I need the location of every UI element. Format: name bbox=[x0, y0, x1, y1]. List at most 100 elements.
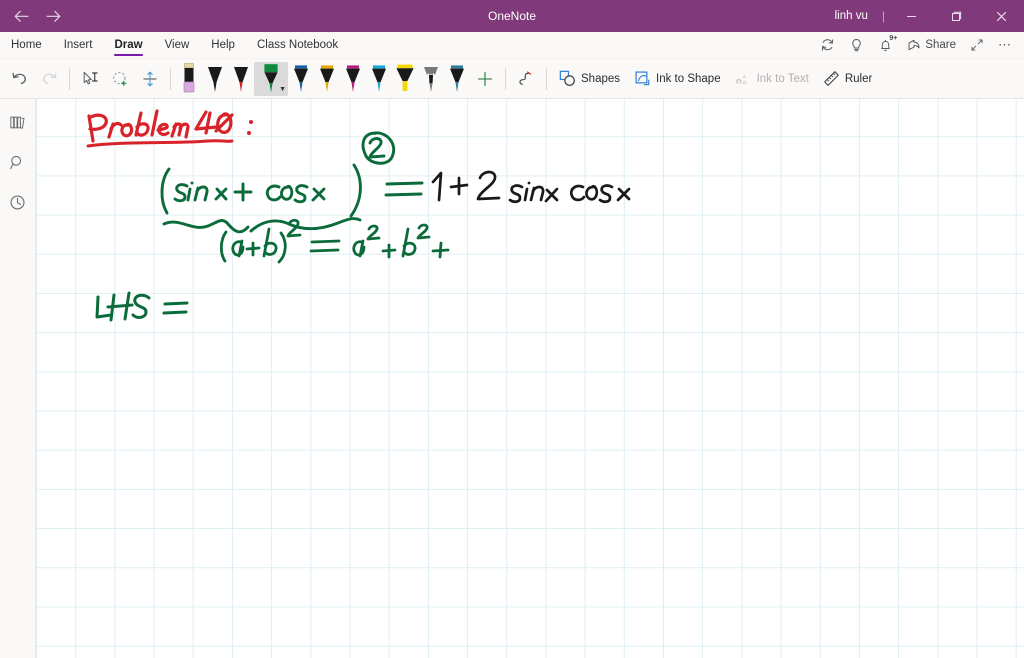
handwritten-ink bbox=[86, 109, 631, 322]
ribbon-divider-4 bbox=[546, 67, 547, 90]
restore-icon bbox=[952, 11, 962, 21]
more-options-icon: ⋯ bbox=[998, 37, 1012, 52]
forward-button[interactable] bbox=[38, 3, 68, 29]
ink-to-text-button[interactable]: a a Ink to Text bbox=[728, 65, 816, 93]
highlighter-yellow-icon bbox=[396, 64, 414, 91]
ink-to-text-icon: a a bbox=[735, 74, 747, 86]
insert-space-tool[interactable] bbox=[135, 64, 165, 94]
minimize-icon bbox=[907, 15, 916, 17]
ink-to-text-label: Ink to Text bbox=[756, 72, 809, 85]
menu-right-actions: 9+ Share ⋯ bbox=[814, 32, 1024, 58]
pen-black-icon bbox=[208, 66, 222, 92]
share-label: Share bbox=[925, 39, 956, 51]
redo-button[interactable] bbox=[34, 64, 64, 94]
ruler-button[interactable]: Ruler bbox=[816, 65, 879, 93]
tab-home[interactable]: Home bbox=[0, 32, 53, 58]
ink-lhs-label bbox=[95, 291, 189, 322]
undo-button[interactable] bbox=[4, 64, 34, 94]
ink-equation-rhs bbox=[431, 170, 631, 204]
sync-button[interactable] bbox=[814, 34, 841, 56]
pen-options-chevron-down-icon[interactable]: ▼ bbox=[279, 86, 286, 93]
ink-to-shape-label: Ink to Shape bbox=[656, 72, 721, 85]
title-bar: OneNote linh vu | bbox=[0, 0, 1024, 32]
maximize-button[interactable] bbox=[934, 0, 979, 32]
tab-view[interactable]: View bbox=[154, 32, 201, 58]
user-account-name[interactable]: linh vu bbox=[825, 10, 878, 22]
arrow-left-icon bbox=[14, 10, 29, 22]
ink-problem-heading bbox=[86, 109, 253, 148]
ink-color-thickness-icon bbox=[519, 70, 532, 85]
ribbon-divider-1 bbox=[69, 67, 70, 90]
note-canvas[interactable] bbox=[36, 99, 1024, 658]
arrow-right-icon bbox=[45, 10, 60, 22]
lasso-select-tool[interactable] bbox=[105, 64, 135, 94]
shapes-label: Shapes bbox=[581, 72, 621, 85]
tool-pen-black[interactable] bbox=[202, 62, 228, 96]
pen-blue-icon bbox=[294, 64, 308, 92]
sidebar-item-notebooks[interactable] bbox=[3, 108, 33, 136]
tool-eraser[interactable] bbox=[176, 62, 202, 96]
insert-space-icon bbox=[143, 71, 157, 86]
tool-highlighter-yellow[interactable] bbox=[392, 62, 418, 96]
tool-pen-red[interactable] bbox=[228, 62, 254, 96]
notifications-button[interactable]: 9+ bbox=[872, 34, 899, 56]
draw-ribbon: ▼ Shapes Ink to Shape a a Ink to Text Ru… bbox=[0, 59, 1024, 99]
lasso-select-icon bbox=[113, 71, 127, 86]
shapes-button[interactable]: Shapes bbox=[552, 65, 627, 93]
redo-icon bbox=[42, 72, 57, 85]
ink-equals-sign bbox=[384, 181, 424, 197]
tab-class-notebook[interactable]: Class Notebook bbox=[246, 32, 349, 58]
pen-magenta-icon bbox=[346, 64, 360, 92]
tool-pen-blue[interactable] bbox=[288, 62, 314, 96]
pen-green-icon bbox=[264, 63, 278, 92]
search-icon bbox=[10, 155, 22, 169]
ribbon-divider-2 bbox=[170, 67, 171, 90]
pen-teal-icon bbox=[450, 64, 464, 92]
tab-insert[interactable]: Insert bbox=[53, 32, 104, 58]
sidebar-item-recent-notes[interactable] bbox=[3, 188, 33, 216]
eraser-icon bbox=[183, 62, 195, 92]
ink-equation-lhs bbox=[160, 131, 396, 234]
expand-ribbon-button[interactable] bbox=[964, 34, 990, 56]
onenote-window: OneNote linh vu | Home Insert Draw View … bbox=[0, 0, 1024, 658]
ink-to-shape-button[interactable]: Ink to Shape bbox=[627, 65, 728, 93]
share-button[interactable]: Share bbox=[901, 34, 962, 56]
back-button[interactable] bbox=[6, 3, 36, 29]
ink-to-shape-icon bbox=[635, 71, 650, 86]
shapes-icon bbox=[559, 70, 575, 86]
select-type-tool[interactable] bbox=[75, 64, 105, 94]
tell-me-button[interactable] bbox=[843, 34, 870, 56]
ruler-icon bbox=[823, 71, 839, 86]
svg-text:a: a bbox=[743, 78, 747, 86]
navigation-buttons bbox=[0, 3, 68, 29]
undo-icon bbox=[11, 72, 26, 85]
add-pen-button[interactable] bbox=[470, 64, 500, 94]
recent-notes-icon bbox=[10, 194, 25, 210]
minimize-button[interactable] bbox=[889, 0, 934, 32]
tool-pen-magenta[interactable] bbox=[340, 62, 366, 96]
ink-color-thickness-button[interactable] bbox=[511, 64, 541, 94]
tool-pen-yellow[interactable] bbox=[314, 62, 340, 96]
tool-pen-cyan[interactable] bbox=[366, 62, 392, 96]
close-button[interactable] bbox=[979, 0, 1024, 32]
ruler-label: Ruler bbox=[844, 72, 873, 85]
pencil-gray-icon bbox=[424, 66, 438, 92]
ink-layer bbox=[36, 99, 1024, 658]
tool-pencil-gray[interactable] bbox=[418, 62, 444, 96]
plus-icon bbox=[477, 71, 493, 86]
ribbon-divider-3 bbox=[505, 67, 506, 90]
sidebar-item-search[interactable] bbox=[3, 148, 33, 176]
select-type-icon bbox=[83, 71, 98, 84]
menu-bar: Home Insert Draw View Help Class Noteboo… bbox=[0, 32, 1024, 59]
share-icon bbox=[908, 39, 920, 51]
sync-icon bbox=[822, 38, 834, 51]
tab-draw[interactable]: Draw bbox=[103, 32, 153, 58]
tab-help[interactable]: Help bbox=[200, 32, 246, 58]
left-sidebar bbox=[0, 99, 36, 658]
pen-cyan-icon bbox=[372, 64, 386, 92]
expand-icon bbox=[971, 39, 983, 51]
tool-pen-green[interactable]: ▼ bbox=[254, 61, 288, 96]
more-options-button[interactable]: ⋯ bbox=[992, 34, 1018, 56]
lightbulb-icon bbox=[852, 38, 862, 51]
tool-pen-teal[interactable] bbox=[444, 62, 470, 96]
